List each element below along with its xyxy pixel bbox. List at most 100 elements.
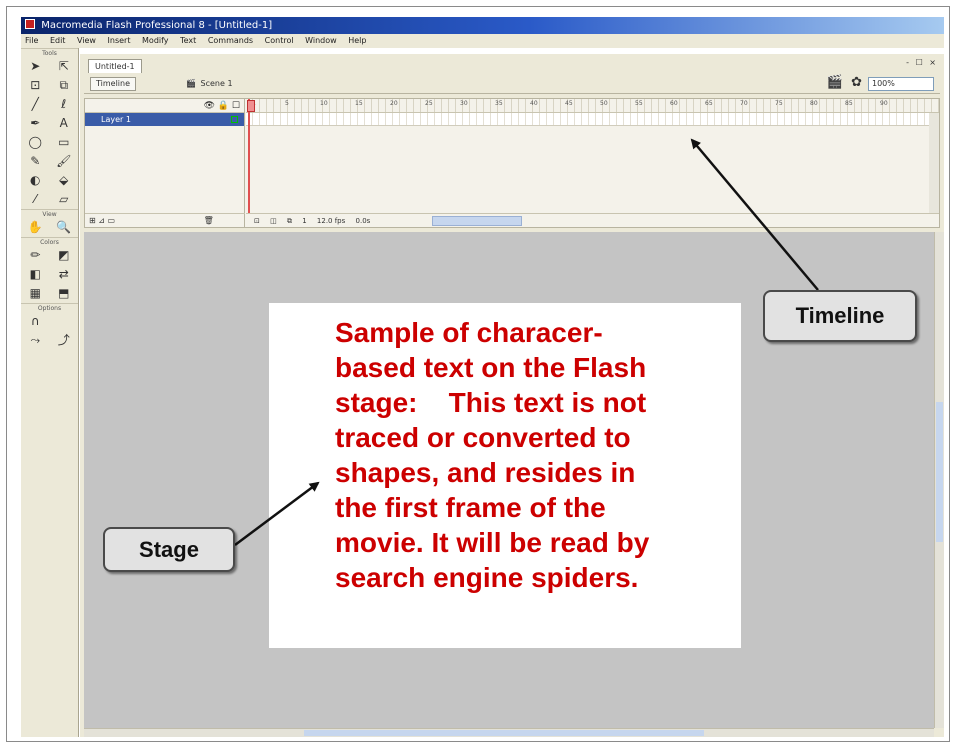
add-layer-icon[interactable]: ⊞ <box>89 216 96 225</box>
view-section-label: View <box>21 209 78 218</box>
hand-tool-icon[interactable]: ✋ <box>26 219 44 236</box>
free-transform-tool-icon[interactable]: ⊡ <box>26 77 44 94</box>
timeline-layers: 👁 🔒 ☐ Layer 1 ⊞ ⊿ ▭ 🗑 <box>85 99 245 227</box>
frame-number: 70 <box>740 100 748 107</box>
paint-bucket-tool-icon[interactable]: ⬙ <box>55 172 73 189</box>
current-frame: 1 <box>302 217 307 225</box>
snap-magnet-icon[interactable]: ∩ <box>26 313 44 330</box>
delete-layer-icon[interactable]: 🗑 <box>204 216 214 225</box>
timeline-panel: 👁 🔒 ☐ Layer 1 ⊞ ⊿ ▭ 🗑 151015202530354045… <box>84 98 940 228</box>
frame-ruler[interactable]: 151015202530354045505560657075808590 <box>246 99 939 113</box>
menu-edit[interactable]: Edit <box>50 36 66 45</box>
menu-insert[interactable]: Insert <box>108 36 131 45</box>
no-color-icon[interactable]: ▦ <box>26 285 44 302</box>
timeline-vertical-scrollbar[interactable] <box>929 113 939 213</box>
frame-number: 85 <box>845 100 853 107</box>
layer-row[interactable]: Layer 1 <box>85 113 244 126</box>
frame-number: 50 <box>600 100 608 107</box>
edit-scene-icon[interactable]: 🎬 <box>827 75 843 90</box>
lasso-tool-icon[interactable]: ℓ <box>55 96 73 113</box>
frame-number: 65 <box>705 100 713 107</box>
zoom-tool-icon[interactable]: 🔍 <box>55 219 73 236</box>
layer-frames-row[interactable] <box>246 113 939 126</box>
document-window: Untitled-1 - ☐ × Timeline 🎬 Scene 1 🎬 ✿ … <box>80 54 944 737</box>
frame-number: 10 <box>320 100 328 107</box>
scene-icon: 🎬 <box>186 79 196 88</box>
frame-number: 5 <box>285 100 289 107</box>
swap-colors-icon[interactable]: ⇄ <box>55 266 73 283</box>
colors-section-label: Colors <box>21 237 78 246</box>
stage-vertical-scrollbar[interactable] <box>934 232 944 728</box>
line-tool-icon[interactable]: ╱ <box>26 96 44 113</box>
document-window-controls[interactable]: - ☐ × <box>906 58 938 67</box>
center-frame-icon[interactable]: ⊡ <box>254 217 260 225</box>
stage-horizontal-scrollbar[interactable] <box>84 728 934 737</box>
stage[interactable]: Sample of characer- based text on the Fl… <box>269 303 741 648</box>
pen-tool-icon[interactable]: ✒ <box>26 115 44 132</box>
menu-view[interactable]: View <box>77 36 96 45</box>
eyedropper-tool-icon[interactable]: ⁄ <box>26 191 44 208</box>
fill-color-icon[interactable]: ◩ <box>55 247 73 264</box>
stroke-color-icon[interactable]: ✏ <box>26 247 44 264</box>
selection-tool-icon[interactable]: ➤ <box>26 58 44 75</box>
eraser-tool-icon[interactable]: ▱ <box>55 191 73 208</box>
layer-name: Layer 1 <box>101 115 131 124</box>
frame-number: 75 <box>775 100 783 107</box>
timeline-status-bar: ⊡ ◫ ⧉ 1 12.0 fps 0.0s <box>246 213 939 227</box>
edit-multiple-frames-icon[interactable]: ⧉ <box>287 217 292 225</box>
oval-tool-icon[interactable]: ◯ <box>26 134 44 151</box>
rectangle-tool-icon[interactable]: ▭ <box>55 134 73 151</box>
elapsed-time: 0.0s <box>355 217 371 225</box>
stage-text[interactable]: Sample of characer- based text on the Fl… <box>335 315 735 595</box>
frame-number: 20 <box>390 100 398 107</box>
edit-icons: 🎬 ✿ <box>823 75 862 90</box>
pencil-tool-icon[interactable]: ✎ <box>26 153 44 170</box>
playhead[interactable] <box>247 99 255 213</box>
add-folder-icon[interactable]: ▭ <box>108 216 116 225</box>
scene-label: Scene 1 <box>200 79 233 88</box>
zoom-select[interactable]: 100% <box>868 77 934 91</box>
menu-commands[interactable]: Commands <box>208 36 253 45</box>
smooth-option-icon[interactable]: ⤳ <box>26 332 44 349</box>
window-title-bar[interactable]: Macromedia Flash Professional 8 - [Untit… <box>21 17 944 34</box>
playhead-handle[interactable] <box>247 100 255 112</box>
onion-skin-icon[interactable]: ◫ <box>270 217 277 225</box>
add-guide-icon[interactable]: ⊿ <box>98 216 105 225</box>
layer-header-icons[interactable]: 👁 🔒 ☐ <box>85 99 244 113</box>
text-tool-icon[interactable]: A <box>55 115 73 132</box>
flash-app-icon <box>25 19 35 29</box>
straighten-option-icon[interactable]: ⤴ <box>55 332 73 349</box>
timeline-horizontal-scrollbar[interactable] <box>432 216 522 226</box>
color-mix-icon[interactable]: ⬒ <box>55 285 73 302</box>
timeline-toggle-button[interactable]: Timeline <box>90 77 137 91</box>
menu-modify[interactable]: Modify <box>142 36 169 45</box>
menu-window[interactable]: Window <box>305 36 337 45</box>
menu-text[interactable]: Text <box>180 36 196 45</box>
menu-control[interactable]: Control <box>265 36 294 45</box>
layer-outline-icon[interactable] <box>231 116 238 123</box>
brush-tool-icon[interactable]: 🖌 <box>55 153 73 170</box>
black-white-icon[interactable]: ◧ <box>26 266 44 283</box>
window-title: Macromedia Flash Professional 8 - [Untit… <box>41 20 273 31</box>
menu-help[interactable]: Help <box>348 36 366 45</box>
gradient-transform-tool-icon[interactable]: ⧉ <box>55 77 73 94</box>
timeline-frames[interactable]: 151015202530354045505560657075808590 ⊡ ◫… <box>246 99 939 227</box>
tools-panel: Tools ➤ ⇱ ⊡ ⧉ ╱ ℓ ✒ A ◯ ▭ ✎ 🖌 ◐ ⬙ ⁄ ▱ Vi… <box>21 48 79 737</box>
menu-bar: File Edit View Insert Modify Text Comman… <box>21 34 944 48</box>
tools-section-label: Tools <box>21 48 78 57</box>
frame-number: 35 <box>495 100 503 107</box>
document-tab[interactable]: Untitled-1 <box>88 59 142 73</box>
menu-file[interactable]: File <box>25 36 38 45</box>
frame-number: 15 <box>355 100 363 107</box>
scene-breadcrumb[interactable]: 🎬 Scene 1 <box>186 78 233 90</box>
frame-number: 55 <box>635 100 643 107</box>
frame-number: 40 <box>530 100 538 107</box>
subselection-tool-icon[interactable]: ⇱ <box>55 58 73 75</box>
edit-symbols-icon[interactable]: ✿ <box>851 75 862 90</box>
vertical-scroll-thumb[interactable] <box>936 402 943 542</box>
timeline-callout: Timeline <box>763 290 917 342</box>
blank-option <box>55 313 73 330</box>
ink-bottle-tool-icon[interactable]: ◐ <box>26 172 44 189</box>
frame-number: 80 <box>810 100 818 107</box>
horizontal-scroll-thumb[interactable] <box>304 730 704 736</box>
